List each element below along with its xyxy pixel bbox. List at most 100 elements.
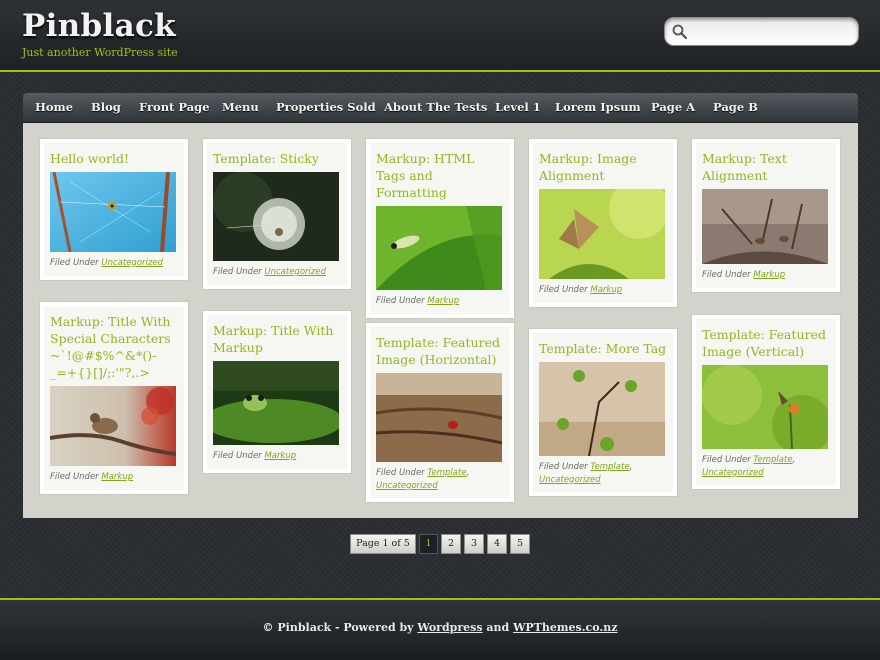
post-meta: Filed Under Markup — [213, 450, 341, 463]
post-meta: Filed Under Uncategorized — [213, 266, 341, 279]
category-link[interactable]: Uncategorized — [101, 258, 163, 268]
spider-web-photo — [50, 172, 176, 252]
post-thumbnail[interactable] — [539, 189, 665, 279]
post-title[interactable]: Hello world! — [50, 150, 178, 167]
nav-item-properties-sold[interactable]: Properties Sold — [276, 100, 376, 114]
post-thumbnail[interactable] — [376, 206, 502, 290]
nav-item-lorem-ipsum[interactable]: Lorem Ipsum — [555, 100, 641, 114]
post-meta: Filed Under Markup — [702, 269, 830, 282]
post-title[interactable]: Markup: Text Alignment — [702, 150, 830, 184]
filed-under-label: Filed Under — [376, 296, 425, 306]
nav-item-level-1[interactable]: Level 1 — [495, 100, 541, 114]
post-thumbnail[interactable] — [50, 386, 176, 466]
page-link-4[interactable]: 4 — [487, 534, 507, 554]
filed-under-label: Filed Under — [213, 267, 262, 277]
search-box[interactable] — [664, 17, 859, 46]
post-thumbnail[interactable] — [539, 362, 665, 456]
dandelion-photo — [213, 172, 339, 261]
post-card: Template: More Tag Filed Under Template,… — [529, 329, 677, 496]
footer-prefix: © Pinblack - Powered by — [262, 621, 414, 634]
post-grid: Hello world! Filed Under Uncategorized M… — [23, 123, 858, 518]
category-link[interactable]: Markup — [264, 451, 296, 461]
nav-item-home[interactable]: Home — [35, 100, 73, 114]
footer-credits: © Pinblack - Powered by Wordpress and WP… — [0, 621, 880, 634]
post-card: Template: Sticky Filed Under Uncategoriz… — [203, 139, 351, 289]
category-link[interactable]: Template — [590, 462, 629, 472]
page-link-3[interactable]: 3 — [464, 534, 484, 554]
post-meta: Filed Under Markup — [376, 295, 504, 308]
nav-item-menu[interactable]: Menu — [222, 100, 259, 114]
nav-item-page-a[interactable]: Page A — [651, 100, 695, 114]
category-link[interactable]: Markup — [590, 285, 622, 295]
post-title[interactable]: Markup: Image Alignment — [539, 150, 667, 184]
post-meta: Filed Under Uncategorized — [50, 257, 178, 270]
search-icon — [672, 24, 688, 40]
sparrow-photo — [50, 386, 176, 466]
wordpress-link[interactable]: Wordpress — [417, 621, 482, 634]
caterpillar-photo — [376, 206, 502, 290]
post-card: Template: Featured Image (Horizontal) Fi… — [366, 323, 514, 502]
butterfly-photo — [539, 189, 665, 279]
birds-on-branches-photo — [702, 189, 828, 264]
butterfly-on-flower-photo — [702, 365, 828, 449]
post-card: Template: Featured Image (Vertical) File… — [692, 315, 840, 489]
page-count-label: Page 1 of 5 — [350, 534, 416, 554]
category-link[interactable]: Template — [427, 468, 466, 478]
filed-under-label: Filed Under — [539, 285, 588, 295]
post-title[interactable]: Markup: Title With Special Characters ~`… — [50, 313, 178, 381]
post-meta: Filed Under Template, Uncategorized — [702, 455, 796, 478]
category-link[interactable]: Uncategorized — [702, 468, 764, 478]
site-footer: © Pinblack - Powered by Wordpress and WP… — [0, 598, 880, 660]
post-meta: Filed Under Markup — [50, 471, 178, 484]
post-thumbnail[interactable] — [376, 373, 502, 462]
post-meta: Filed Under Template, Uncategorized — [539, 462, 633, 485]
nav-item-blog[interactable]: Blog — [91, 100, 121, 114]
post-thumbnail[interactable] — [702, 365, 828, 449]
post-thumbnail[interactable] — [702, 189, 828, 264]
post-thumbnail[interactable] — [213, 172, 339, 261]
filed-under-label: Filed Under — [539, 462, 588, 472]
post-title[interactable]: Template: Featured Image (Horizontal) — [376, 334, 504, 368]
filed-under-label: Filed Under — [50, 472, 99, 482]
post-title[interactable]: Markup: HTML Tags and Formatting — [376, 150, 504, 201]
page-link-1[interactable]: 1 — [419, 534, 438, 554]
category-link[interactable]: Uncategorized — [264, 267, 326, 277]
post-title[interactable]: Markup: Title With Markup — [213, 322, 341, 356]
search-input[interactable] — [691, 22, 851, 42]
category-link[interactable]: Uncategorized — [539, 475, 601, 485]
filed-under-label: Filed Under — [376, 468, 425, 478]
nav-item-front-page[interactable]: Front Page — [139, 100, 210, 114]
nav-item-page-b[interactable]: Page B — [713, 100, 758, 114]
pagination: Page 1 of 5 1 2 3 4 5 — [0, 534, 880, 554]
wpthemes-link[interactable]: WPThemes.co.nz — [513, 621, 617, 634]
frog-photo — [213, 361, 339, 445]
post-card: Hello world! Filed Under Uncategorized — [40, 139, 188, 280]
seed-pods-photo — [539, 362, 665, 456]
post-card: Markup: Image Alignment Filed Under Mark… — [529, 139, 677, 307]
post-title[interactable]: Template: Featured Image (Vertical) — [702, 326, 830, 360]
category-link[interactable]: Template — [753, 455, 792, 465]
post-card: Markup: Text Alignment Filed Under Marku… — [692, 139, 840, 292]
post-thumbnail[interactable] — [50, 172, 176, 252]
footer-and: and — [486, 621, 510, 634]
post-meta: Filed Under Template, Uncategorized — [376, 468, 470, 491]
filed-under-label: Filed Under — [702, 270, 751, 280]
category-link[interactable]: Markup — [427, 296, 459, 306]
site-header: Pinblack Just another WordPress site — [0, 0, 880, 72]
category-link[interactable]: Markup — [753, 270, 785, 280]
page-link-5[interactable]: 5 — [510, 534, 530, 554]
post-meta: Filed Under Markup — [539, 284, 667, 297]
post-title[interactable]: Template: More Tag — [539, 340, 667, 357]
ladybug-on-wood-photo — [376, 373, 502, 462]
site-title[interactable]: Pinblack — [22, 8, 176, 44]
category-link[interactable]: Uncategorized — [376, 481, 438, 491]
post-card: Markup: HTML Tags and Formatting Filed U… — [366, 139, 514, 318]
category-link[interactable]: Markup — [101, 472, 133, 482]
main-navigation: Home Blog Front Page Menu Properties Sol… — [23, 93, 858, 123]
nav-item-about-the-tests[interactable]: About The Tests — [384, 100, 487, 114]
post-thumbnail[interactable] — [213, 361, 339, 445]
post-card: Markup: Title With Special Characters ~`… — [40, 302, 188, 494]
filed-under-label: Filed Under — [702, 455, 751, 465]
page-link-2[interactable]: 2 — [441, 534, 461, 554]
post-title[interactable]: Template: Sticky — [213, 150, 341, 167]
